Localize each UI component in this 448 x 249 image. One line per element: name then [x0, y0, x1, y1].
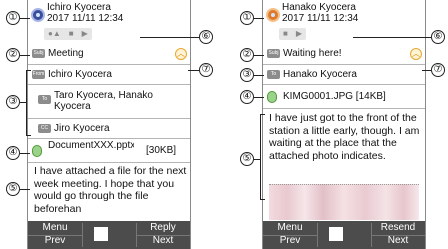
subject-tag-icon: Subj — [267, 49, 280, 58]
callout-leader — [188, 70, 199, 71]
subject-row[interactable]: Subj Waiting here! ︿ — [263, 43, 425, 65]
callout-4: ④ — [6, 146, 20, 160]
subject-tag-icon: Subj — [32, 49, 45, 58]
flag-icon: ▶ — [81, 29, 88, 38]
callout-4: ④ — [240, 90, 254, 104]
received-date: 2017 11/11 12:34 — [47, 13, 124, 24]
attached-photo[interactable] — [269, 184, 419, 220]
callout-leader — [254, 75, 264, 76]
callout-leader — [422, 70, 431, 71]
status-icons: ■ ▶ — [279, 28, 306, 40]
contact-photo-icon — [266, 8, 280, 22]
callout-leader — [254, 18, 264, 19]
sender-name: Hanako Kyocera — [282, 2, 356, 13]
callout-7: ⑦ — [431, 63, 445, 77]
callout-leader — [20, 153, 30, 154]
callout-leader — [254, 55, 264, 56]
callout-5: ⑤ — [6, 182, 20, 196]
to-row[interactable]: To Hanako Kyocera — [263, 65, 425, 85]
callout-leader — [20, 189, 30, 190]
subject-text: Meeting — [48, 48, 84, 59]
attachment-row[interactable]: KIMG0001.JPG [14KB] — [263, 85, 425, 109]
next-softkey[interactable]: Next — [136, 235, 190, 247]
prev-softkey[interactable]: Prev — [28, 235, 82, 247]
lock-icon: ■ — [283, 29, 288, 38]
from-row[interactable]: From Ichiro Kyocera — [28, 65, 190, 85]
menu-softkey[interactable]: Menu — [28, 222, 82, 234]
status-icons: ●▲ ■ ▶ — [44, 28, 92, 40]
received-date: 2017 11/11 12:34 — [282, 13, 359, 24]
reply-softkey[interactable]: Reply — [136, 222, 190, 234]
callout-6: ⑥ — [199, 30, 213, 44]
next-softkey[interactable]: Next — [371, 235, 425, 247]
callout-bracket — [260, 114, 265, 200]
message-body: I have attached a file for the next week… — [28, 165, 190, 221]
expand-chevron-icon[interactable]: ︿ — [175, 48, 187, 60]
attachment-row[interactable]: DocumentXXX.pptx [30KB] — [28, 139, 190, 163]
softkey-bar: Menu Prev Resend Next — [263, 221, 425, 249]
attachment-size: [30KB] — [146, 145, 177, 156]
attachment-icon — [32, 145, 42, 157]
flag-icon: ▶ — [295, 29, 302, 38]
callout-5: ⑤ — [240, 152, 254, 166]
attachment-icon — [267, 91, 277, 103]
attachment-name: KIMG0001.JPG [14KB] — [283, 91, 386, 102]
message-body: I have just got to the front of the stat… — [263, 112, 425, 184]
to-row[interactable]: To Taro Kyocera, Hanako Kyocera — [28, 85, 190, 119]
callout-1: ① — [6, 11, 20, 25]
callout-7: ⑦ — [199, 63, 213, 77]
softkey-bar: Menu Prev Reply Next — [28, 221, 190, 249]
menu-softkey[interactable]: Menu — [263, 222, 317, 234]
person-icon: ●▲ — [48, 29, 61, 38]
to-tag-icon: To — [267, 70, 280, 79]
cc-tag-icon: CC — [38, 124, 51, 133]
callout-leader — [353, 37, 431, 38]
contact-photo-icon — [31, 8, 45, 22]
expand-chevron-icon[interactable]: ︿ — [410, 48, 422, 60]
callout-6: ⑥ — [431, 30, 445, 44]
callout-leader — [254, 97, 264, 98]
callout-2: ② — [240, 48, 254, 62]
callout-leader — [140, 37, 199, 38]
to-text: Hanako Kyocera — [283, 69, 357, 80]
subject-text: Waiting here! — [283, 48, 342, 59]
from-text: Ichiro Kyocera — [48, 69, 112, 80]
callout-3: ③ — [6, 95, 20, 109]
callout-bracket — [26, 70, 31, 136]
sender-name: Ichiro Kyocera — [47, 2, 111, 13]
prev-softkey[interactable]: Prev — [263, 235, 317, 247]
callout-3: ③ — [240, 68, 254, 82]
callout-leader — [20, 55, 30, 56]
center-key-icon[interactable] — [94, 227, 108, 241]
cc-text: Jiro Kyocera — [54, 123, 110, 134]
resend-softkey[interactable]: Resend — [371, 222, 425, 234]
to-text: Taro Kyocera, Hanako Kyocera — [54, 90, 153, 112]
center-key-icon[interactable] — [329, 227, 343, 241]
to-tag-icon: To — [38, 95, 51, 104]
cc-row[interactable]: CC Jiro Kyocera — [28, 119, 190, 139]
lock-icon: ■ — [68, 29, 74, 38]
from-tag-icon: From — [32, 70, 45, 79]
callout-2: ② — [6, 48, 20, 62]
callout-leader — [20, 18, 30, 19]
subject-row[interactable]: Subj Meeting ︿ — [28, 43, 190, 65]
callout-1: ① — [240, 11, 254, 25]
attachment-name: DocumentXXX.pptx — [48, 141, 134, 151]
